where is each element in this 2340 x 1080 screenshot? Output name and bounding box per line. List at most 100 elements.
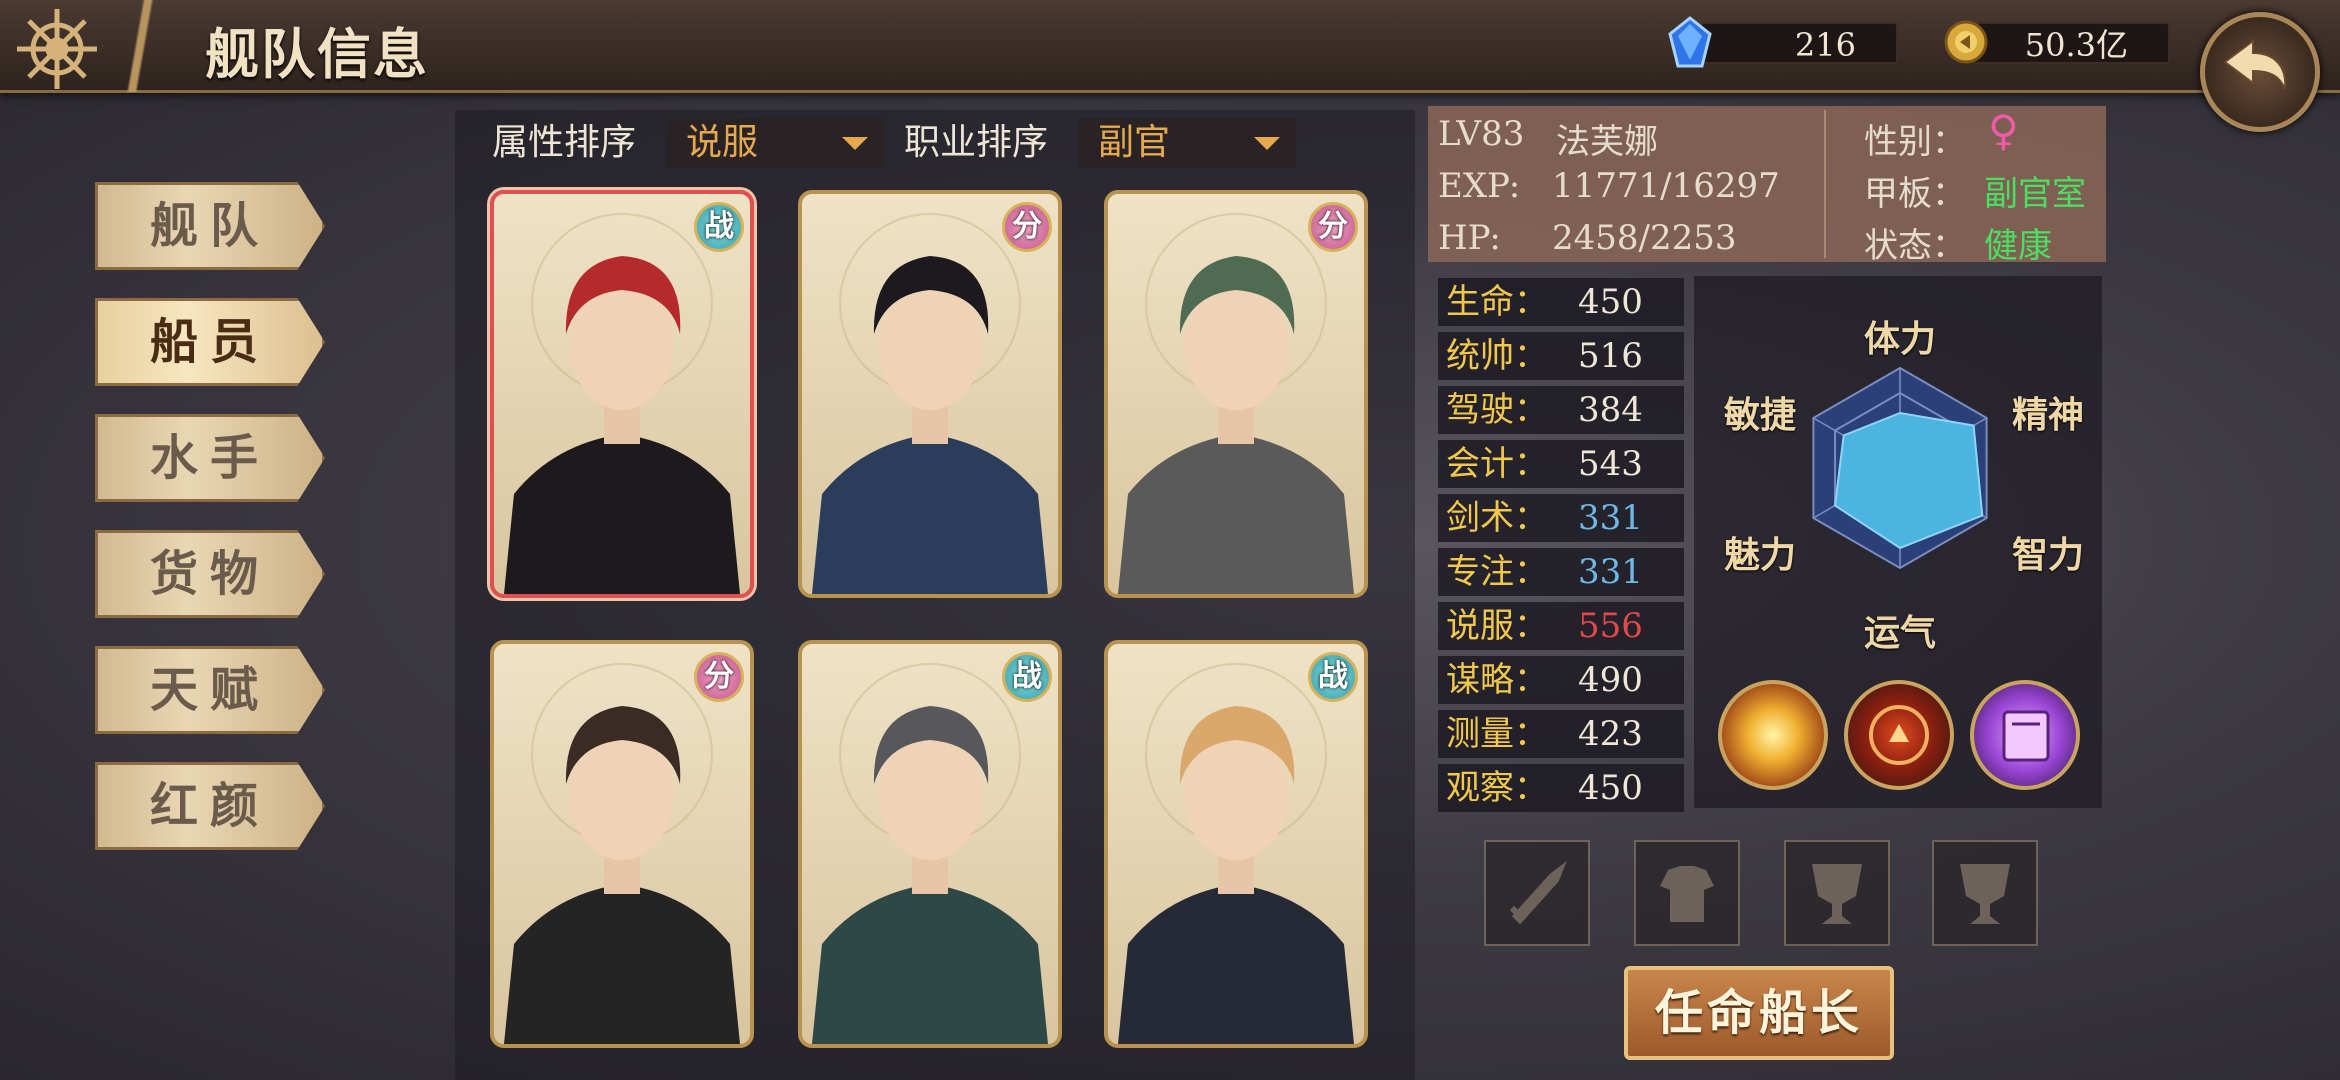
gem-counter: 216 — [1700, 22, 1898, 64]
exp-value: 11771/16297 — [1552, 166, 1780, 206]
menu-item-talent[interactable]: 天赋 — [95, 646, 325, 734]
stat-value: 384 — [1578, 390, 1643, 430]
trophy-icon — [1960, 864, 2010, 924]
deck-value: 副官室 — [1984, 174, 2086, 214]
crew-card[interactable]: 战 — [490, 190, 754, 598]
stat-name: 会计： — [1446, 444, 1548, 484]
stat-row: 测量： 423 — [1438, 710, 1684, 758]
crew-card[interactable]: 分 — [490, 640, 754, 1048]
crew-name: 法芙娜 — [1556, 122, 1658, 162]
crew-role-badge: 战 — [1308, 652, 1358, 702]
back-arrow-icon — [2223, 39, 2287, 90]
stat-row: 说服： 556 — [1438, 602, 1684, 650]
stat-name: 驾驶： — [1446, 390, 1548, 430]
title-divider — [120, 0, 160, 92]
crew-role-badge: 战 — [694, 202, 744, 252]
stat-value: 331 — [1578, 498, 1643, 538]
crew-portrait — [504, 663, 740, 1044]
gold-coin-icon — [1944, 20, 1988, 64]
radar-label-charm: 魅力 — [1724, 534, 1797, 576]
stat-value: 516 — [1578, 336, 1643, 376]
menu-item-crew[interactable]: 船员 — [95, 298, 325, 386]
radar-label-stamina: 体力 — [1864, 318, 1937, 360]
book-icon — [2002, 710, 2050, 762]
crew-card[interactable]: 分 — [1104, 190, 1368, 598]
stat-name: 统帅： — [1446, 336, 1548, 376]
stat-value: 450 — [1578, 768, 1643, 808]
crew-card[interactable]: 战 — [1104, 640, 1368, 1048]
skill-explosion-icon[interactable] — [1718, 680, 1828, 790]
equipment-slot-trophy-2[interactable] — [1932, 840, 2038, 946]
skill-book-icon[interactable] — [1970, 680, 2080, 790]
hp-label: HP: — [1438, 218, 1501, 258]
crew-role-badge: 战 — [1002, 652, 1052, 702]
hp-value: 2458/2253 — [1552, 218, 1737, 258]
job-sort-label: 职业排序 — [904, 122, 1049, 163]
appoint-captain-button[interactable]: 任命船长 — [1624, 966, 1894, 1060]
crew-role-badge: 分 — [1002, 202, 1052, 252]
radar-label-intellect: 智力 — [2012, 534, 2085, 576]
crew-portrait — [1118, 213, 1354, 594]
crew-card[interactable]: 分 — [798, 190, 1062, 598]
stat-row: 专注： 331 — [1438, 548, 1684, 596]
attribute-sort-dropdown[interactable]: 说服 — [666, 118, 884, 168]
trophy-icon — [1812, 864, 1862, 924]
stat-name: 专注： — [1446, 552, 1548, 592]
stat-name: 生命： — [1446, 282, 1548, 322]
stat-row: 观察： 450 — [1438, 764, 1684, 812]
equipment-slot-weapon[interactable] — [1484, 840, 1590, 946]
exp-label: EXP: — [1438, 166, 1521, 206]
menu-item-beauty[interactable]: 红颜 — [95, 762, 325, 850]
armor-icon — [1660, 866, 1714, 922]
sword-icon — [1509, 861, 1567, 925]
stat-value: 331 — [1578, 552, 1643, 592]
crew-portrait — [1118, 663, 1354, 1044]
equipment-slot-armor[interactable] — [1634, 840, 1740, 946]
back-button[interactable] — [2200, 12, 2320, 132]
ship-wheel-icon — [17, 9, 97, 89]
menu-item-cargo[interactable]: 货物 — [95, 530, 325, 618]
stat-row: 谋略： 490 — [1438, 656, 1684, 704]
job-sort-value: 副官 — [1098, 122, 1171, 163]
status-label: 状态： — [1864, 226, 1966, 266]
menu-item-sailors[interactable]: 水手 — [95, 414, 325, 502]
crosshair-icon — [1869, 705, 1929, 765]
stat-value: 423 — [1578, 714, 1643, 754]
coin-counter: 50.3亿 — [1972, 22, 2170, 64]
stat-value: 543 — [1578, 444, 1643, 484]
stat-name: 剑术： — [1446, 498, 1548, 538]
stat-value: 490 — [1578, 660, 1643, 700]
attribute-sort-label: 属性排序 — [492, 122, 637, 163]
stat-row: 生命： 450 — [1438, 278, 1684, 326]
stat-row: 统帅： 516 — [1438, 332, 1684, 380]
attribute-sort-value: 说服 — [686, 122, 759, 163]
crew-level: LV83 — [1438, 114, 1525, 154]
job-sort-dropdown[interactable]: 副官 — [1078, 118, 1296, 168]
radar-label-agility: 敏捷 — [1724, 394, 1797, 436]
female-icon: ♀ — [1988, 106, 2019, 155]
equipment-slot-trophy-1[interactable] — [1784, 840, 1890, 946]
stat-name: 谋略： — [1446, 660, 1548, 700]
stat-name: 观察： — [1446, 768, 1548, 808]
chevron-down-icon — [1254, 137, 1280, 150]
crew-role-badge: 分 — [694, 652, 744, 702]
crew-card[interactable]: 战 — [798, 640, 1062, 1048]
attribute-radar-chart — [1812, 366, 1988, 570]
menu-item-fleet[interactable]: 舰队 — [95, 182, 325, 270]
crew-portrait — [812, 213, 1048, 594]
stat-value: 556 — [1578, 606, 1643, 646]
stat-row: 剑术： 331 — [1438, 494, 1684, 542]
stat-name: 测量： — [1446, 714, 1548, 754]
blue-gem-icon — [1668, 16, 1712, 68]
stat-name: 说服： — [1446, 606, 1548, 646]
deck-label: 甲板： — [1864, 174, 1966, 214]
info-divider — [1824, 110, 1826, 258]
stat-row: 会计： 543 — [1438, 440, 1684, 488]
crew-portrait — [812, 663, 1048, 1044]
radar-label-spirit: 精神 — [2012, 394, 2085, 436]
skill-target-icon[interactable] — [1844, 680, 1954, 790]
status-value: 健康 — [1984, 226, 2052, 266]
crew-portrait — [504, 213, 740, 594]
stat-row: 驾驶： 384 — [1438, 386, 1684, 434]
crew-role-badge: 分 — [1308, 202, 1358, 252]
